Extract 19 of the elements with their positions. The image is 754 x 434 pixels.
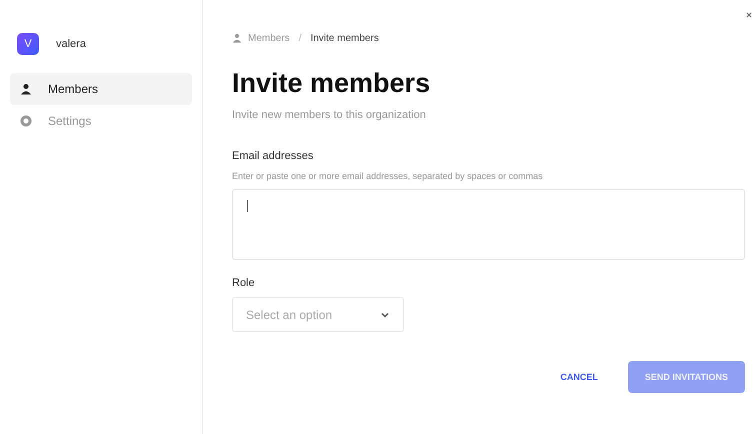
close-icon[interactable] xyxy=(746,12,752,20)
chevron-down-icon xyxy=(381,312,389,318)
org-avatar: V xyxy=(17,33,39,55)
page-title: Invite members xyxy=(232,68,432,99)
person-icon xyxy=(232,33,242,43)
org-name: valera xyxy=(56,38,86,50)
person-icon xyxy=(20,83,32,95)
gear-icon xyxy=(20,115,32,127)
breadcrumb-link[interactable]: Members xyxy=(248,32,290,44)
field-label: Email addresses xyxy=(232,150,314,162)
sidebar-item[interactable]: Members xyxy=(10,73,192,105)
page-subtitle: Invite new members to this organization xyxy=(232,109,427,121)
field-hint: Enter or paste one or more email addresses, separated by spaces or commas xyxy=(232,171,544,181)
sidebar-item[interactable]: Settings xyxy=(10,105,192,137)
breadcrumb-separator: / xyxy=(298,32,302,44)
email-input-field[interactable] xyxy=(232,189,745,260)
field-label: Role xyxy=(232,277,256,289)
role-select[interactable]: Select an option xyxy=(232,297,404,332)
cancel-button[interactable]: CANCEL xyxy=(552,361,606,393)
